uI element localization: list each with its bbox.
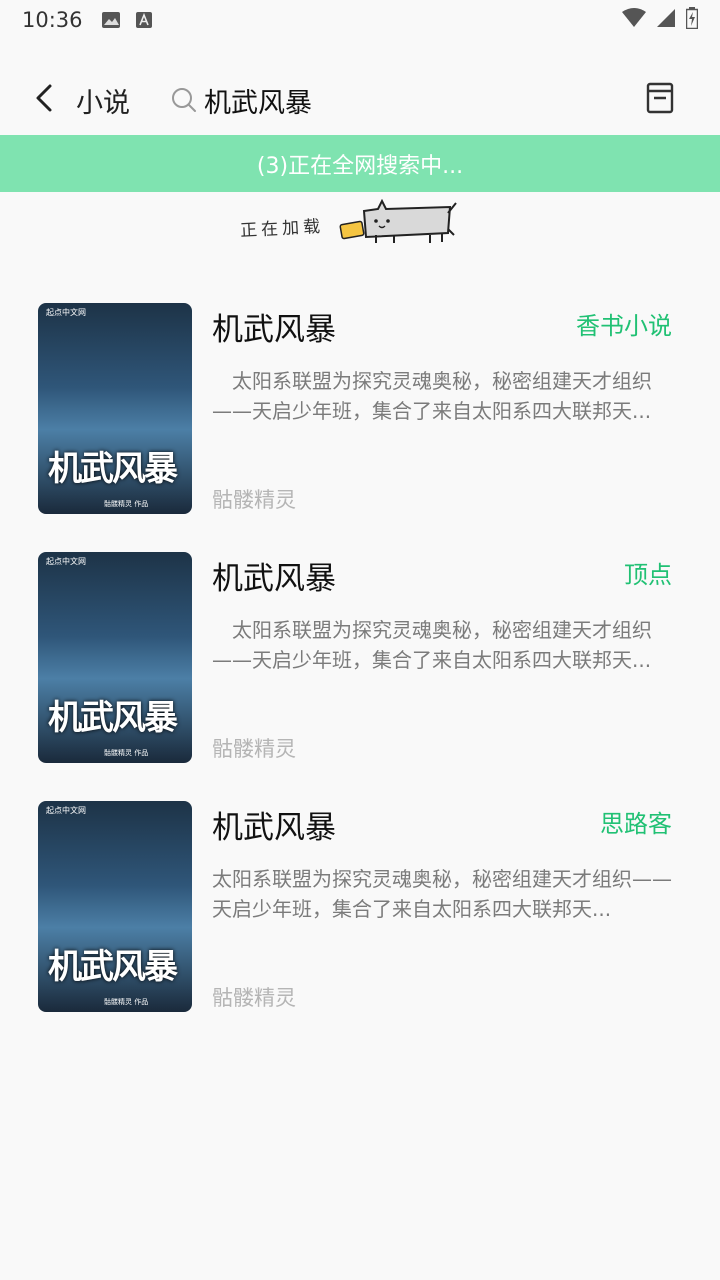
book-source: 顶点 (624, 561, 672, 589)
book-cover: 起点中文网 机武风暴 骷髅精灵 作品 (38, 303, 192, 514)
cover-publisher: 起点中文网 (46, 806, 86, 815)
book-source: 思路客 (600, 810, 672, 838)
cover-title: 机武风暴 (48, 449, 178, 489)
image-icon (101, 11, 121, 29)
cover-author: 骷髅精灵 作品 (104, 500, 149, 508)
book-description: 太阳系联盟为探究灵魂奥秘，秘密组建天才组织——天启少年班，集合了来自太阳系四大联… (212, 369, 652, 423)
book-source: 香书小说 (576, 312, 672, 340)
book-cover: 起点中文网 机武风暴 骷髅精灵 作品 (38, 552, 192, 763)
search-progress-text: (3)正在全网搜索中... (256, 153, 464, 179)
app-bar: 小说 (0, 64, 720, 136)
battery-icon (685, 6, 699, 34)
bookshelf-button[interactable] (646, 82, 674, 118)
cover-author: 骷髅精灵 作品 (104, 998, 149, 1006)
search-results-list: 起点中文网 机武风暴 骷髅精灵 作品 机武风暴 香书小说 太阳系联盟为探究灵魂奥… (0, 300, 720, 1047)
book-title: 机武风暴 (212, 312, 336, 348)
book-description: 太阳系联盟为探究灵魂奥秘，秘密组建天才组织——天启少年班，集合了来自太阳系四大联… (212, 618, 652, 672)
wifi-icon (622, 7, 646, 33)
book-author: 骷髅精灵 (212, 737, 296, 761)
cover-title: 机武风暴 (48, 947, 178, 987)
loading-indicator: 正在加载 (240, 198, 480, 254)
status-bar: 10:36 (0, 0, 720, 40)
book-author: 骷髅精灵 (212, 488, 296, 512)
cover-publisher: 起点中文网 (46, 557, 86, 566)
cover-title: 机武风暴 (48, 698, 178, 738)
cover-publisher: 起点中文网 (46, 308, 86, 317)
book-title: 机武风暴 (212, 561, 336, 597)
back-button[interactable] (14, 64, 74, 136)
book-description: 太阳系联盟为探究灵魂奥秘，秘密组建天才组织——天启少年班，集合了来自太阳系四大联… (212, 867, 672, 921)
list-item[interactable]: 起点中文网 机武风暴 骷髅精灵 作品 机武风暴 思路客 太阳系联盟为探究灵魂奥秘… (0, 798, 720, 1047)
loading-cat-icon (338, 198, 458, 253)
loading-text: 正在加载 (239, 216, 325, 241)
book-cover: 起点中文网 机武风暴 骷髅精灵 作品 (38, 801, 192, 1012)
book-title: 机武风暴 (212, 810, 336, 846)
search-icon (170, 86, 198, 114)
cover-author: 骷髅精灵 作品 (104, 749, 149, 757)
book-author: 骷髅精灵 (212, 986, 296, 1010)
search-box[interactable] (156, 68, 576, 132)
search-input[interactable] (204, 84, 564, 116)
bookshelf-icon (646, 82, 674, 118)
status-time: 10:36 (22, 8, 83, 32)
back-arrow-icon (33, 83, 55, 117)
text-icon (135, 11, 153, 29)
signal-icon (656, 8, 676, 33)
category-selector[interactable]: 小说 (76, 81, 130, 120)
search-progress-banner: (3)正在全网搜索中... (0, 135, 720, 192)
list-item[interactable]: 起点中文网 机武风暴 骷髅精灵 作品 机武风暴 香书小说 太阳系联盟为探究灵魂奥… (0, 300, 720, 549)
list-item[interactable]: 起点中文网 机武风暴 骷髅精灵 作品 机武风暴 顶点 太阳系联盟为探究灵魂奥秘，… (0, 549, 720, 798)
